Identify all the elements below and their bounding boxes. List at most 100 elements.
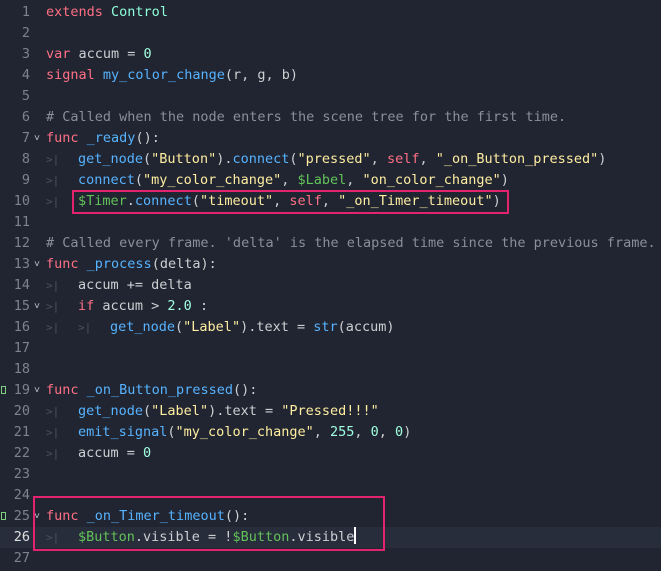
code-line[interactable]: 2 bbox=[0, 23, 661, 44]
code-text[interactable]: >| accum += delta bbox=[46, 275, 192, 296]
line-number[interactable]: 16 bbox=[0, 317, 30, 338]
code-line[interactable]: 4 signal my_color_change(r, g, b) bbox=[0, 65, 661, 86]
code-line[interactable]: 14 >| accum += delta bbox=[0, 275, 661, 296]
code-text[interactable]: >| if accum > 2.0 : bbox=[46, 296, 208, 317]
line-number[interactable]: 12 bbox=[0, 233, 30, 254]
line-number[interactable]: 17 bbox=[0, 338, 30, 359]
line-number[interactable]: 24 bbox=[0, 485, 30, 506]
code-line[interactable]: 10 >| $Timer.connect("timeout", self, "_on… bbox=[0, 191, 661, 212]
connection-slot-icon[interactable] bbox=[1, 512, 6, 520]
code-text[interactable]: >| accum = 0 bbox=[46, 443, 151, 464]
code-text[interactable]: signal my_color_change(r, g, b) bbox=[46, 65, 298, 86]
code-line[interactable]: 5 bbox=[0, 86, 661, 107]
line-number[interactable]: 20 bbox=[0, 401, 30, 422]
code-line[interactable]: 24 bbox=[0, 485, 661, 506]
line-number[interactable]: 8 bbox=[0, 149, 30, 170]
connection-slot-icon[interactable] bbox=[1, 386, 6, 394]
code-token: , bbox=[370, 151, 387, 167]
line-number[interactable]: 23 bbox=[0, 464, 30, 485]
code-line[interactable]: 17 bbox=[0, 338, 661, 359]
fold-arrow-icon[interactable]: ˅ bbox=[31, 128, 43, 149]
line-number[interactable]: 22 bbox=[0, 443, 30, 464]
code-text[interactable]: >| emit_signal("my_color_change", 255, 0,… bbox=[46, 422, 411, 443]
line-number[interactable]: 4 bbox=[0, 65, 30, 86]
code-line[interactable]: 11 bbox=[0, 212, 661, 233]
code-line[interactable]: 9 >| connect("my_color_change", $Label, "o… bbox=[0, 170, 661, 191]
line-number[interactable]: 27 bbox=[0, 548, 30, 569]
code-line[interactable]: 20 >| get_node("Label").text = "Pressed!!!… bbox=[0, 401, 661, 422]
line-number[interactable]: 18 bbox=[0, 359, 30, 380]
line-number[interactable]: 7 bbox=[0, 128, 30, 149]
tab-indent-icon: >| bbox=[46, 279, 60, 292]
code-token: ( bbox=[143, 403, 152, 419]
code-text[interactable]: >| get_node("Label").text = "Pressed!!!" bbox=[46, 401, 379, 422]
code-line[interactable]: 7 ˅ func _ready(): bbox=[0, 128, 661, 149]
code-text[interactable]: func _process(delta): bbox=[46, 254, 217, 275]
code-line[interactable]: 27 bbox=[0, 548, 661, 569]
code-line[interactable]: 13 ˅ func _process(delta): bbox=[0, 254, 661, 275]
code-token: str bbox=[313, 319, 338, 335]
code-token: "_on_Button_pressed" bbox=[435, 151, 599, 167]
fold-arrow-icon[interactable]: ˅ bbox=[31, 506, 43, 527]
line-number[interactable]: 10 bbox=[0, 191, 30, 212]
code-text[interactable]: >| get_node("Button").connect("pressed", … bbox=[46, 149, 606, 170]
code-token: ) bbox=[403, 424, 412, 440]
line-number[interactable]: 26 bbox=[0, 527, 30, 548]
code-token: (): bbox=[224, 508, 250, 524]
code-text[interactable]: # Called every frame. 'delta' is the ela… bbox=[46, 233, 656, 254]
code-line[interactable]: 21 >| emit_signal("my_color_change", 255, … bbox=[0, 422, 661, 443]
code-token: connect bbox=[134, 193, 192, 209]
code-token: .visible = ! bbox=[134, 529, 233, 545]
line-number[interactable]: 13 bbox=[0, 254, 30, 275]
line-number[interactable]: 6 bbox=[0, 107, 30, 128]
code-text[interactable]: func _on_Timer_timeout(): bbox=[46, 506, 249, 527]
code-line[interactable]: 22 >| accum = 0 bbox=[0, 443, 661, 464]
code-line[interactable]: 19 ˅ func _on_Button_pressed(): bbox=[0, 380, 661, 401]
line-number[interactable]: 3 bbox=[0, 44, 30, 65]
code-token: 0 bbox=[395, 424, 404, 440]
code-text[interactable]: >| >| get_node("Label").text = str(accum) bbox=[46, 317, 395, 338]
fold-arrow-icon[interactable]: ˅ bbox=[31, 254, 43, 275]
tab-indent-icon: >| bbox=[46, 300, 60, 313]
code-line[interactable]: 12 # Called every frame. 'delta' is the e… bbox=[0, 233, 661, 254]
code-text[interactable]: extends Control bbox=[46, 2, 168, 23]
fold-arrow-icon[interactable]: ˅ bbox=[31, 296, 43, 317]
tab-indent-icon: >| bbox=[46, 405, 60, 418]
line-number[interactable]: 14 bbox=[0, 275, 30, 296]
line-number[interactable]: 5 bbox=[0, 86, 30, 107]
script-editor[interactable]: 1 extends Control 2 3 var accum = 0 4 signal m… bbox=[0, 0, 661, 571]
code-line[interactable]: 15 ˅ >| if accum > 2.0 : bbox=[0, 296, 661, 317]
code-text[interactable]: func _on_Button_pressed(): bbox=[46, 380, 257, 401]
code-text[interactable]: # Called when the node enters the scene … bbox=[46, 107, 566, 128]
code-token: , bbox=[346, 172, 363, 188]
code-line[interactable]: 16 >| >| get_node("Label").text = str(accum… bbox=[0, 317, 661, 338]
code-token: self bbox=[289, 193, 322, 209]
code-line[interactable]: 26 >| $Button.visible = !$Button.visible bbox=[0, 527, 661, 548]
code-token: $Label bbox=[297, 172, 347, 188]
code-line[interactable]: 18 bbox=[0, 359, 661, 380]
tab-indent-icon: >| bbox=[78, 321, 92, 334]
line-number[interactable]: 11 bbox=[0, 212, 30, 233]
code-text[interactable]: >| $Timer.connect("timeout", self, "_on_T… bbox=[46, 191, 501, 212]
tab-indent-icon: >| bbox=[46, 174, 60, 187]
code-line[interactable]: 6 # Called when the node enters the scene… bbox=[0, 107, 661, 128]
code-line[interactable]: 1 extends Control bbox=[0, 2, 661, 23]
line-number[interactable]: 21 bbox=[0, 422, 30, 443]
code-token: "my_color_change" bbox=[143, 172, 282, 188]
code-line[interactable]: 23 bbox=[0, 464, 661, 485]
code-text[interactable]: var accum = 0 bbox=[46, 44, 152, 65]
line-number[interactable]: 1 bbox=[0, 2, 30, 23]
code-token: ) bbox=[598, 151, 607, 167]
line-number[interactable]: 15 bbox=[0, 296, 30, 317]
code-text[interactable]: func _ready(): bbox=[46, 128, 160, 149]
code-line[interactable]: 3 var accum = 0 bbox=[0, 44, 661, 65]
code-text[interactable]: >| $Button.visible = !$Button.visible bbox=[46, 527, 357, 548]
line-number[interactable]: 9 bbox=[0, 170, 30, 191]
code-token: func bbox=[46, 130, 79, 146]
code-text[interactable]: >| connect("my_color_change", $Label, "on… bbox=[46, 170, 509, 191]
line-number[interactable]: 2 bbox=[0, 23, 30, 44]
code-line[interactable]: 25 ˅ func _on_Timer_timeout(): bbox=[0, 506, 661, 527]
fold-arrow-icon[interactable]: ˅ bbox=[31, 380, 43, 401]
code-line[interactable]: 8 >| get_node("Button").connect("pressed",… bbox=[0, 149, 661, 170]
